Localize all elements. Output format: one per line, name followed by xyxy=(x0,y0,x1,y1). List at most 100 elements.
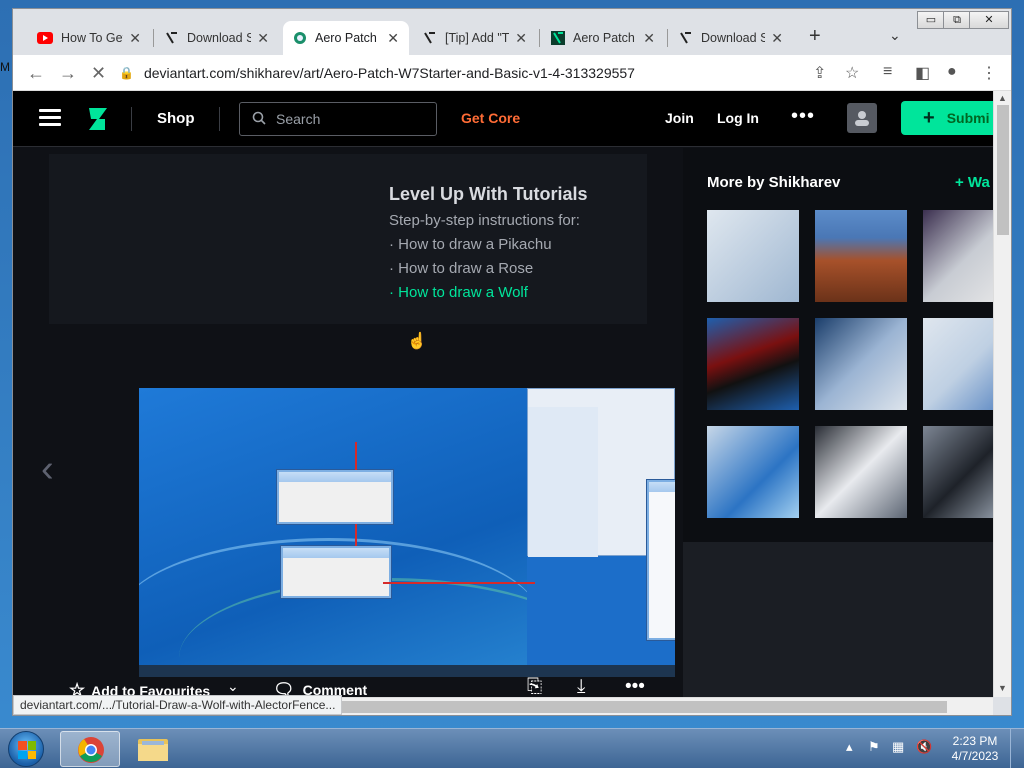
thumbnail[interactable] xyxy=(815,318,907,410)
thumbnail[interactable] xyxy=(815,210,907,302)
close-icon[interactable]: ✕ xyxy=(771,30,783,47)
action-bar: ☆ Add to Favourites ⌄ 🗨 Comment ⎘ ⤓ ••• xyxy=(13,666,683,697)
show-hidden-icons-icon[interactable]: ▴ xyxy=(846,739,853,755)
clock-date: 4/7/2023 xyxy=(951,749,999,763)
close-icon[interactable]: ✕ xyxy=(515,30,527,47)
thumbnail[interactable] xyxy=(707,210,799,302)
network-icon[interactable]: ▦ xyxy=(892,739,904,755)
start-button[interactable] xyxy=(8,731,44,767)
shop-link[interactable]: Shop xyxy=(157,110,195,127)
windows-logo-icon xyxy=(18,741,36,759)
tab-aero-patch-2[interactable]: Aero Patch ✕ xyxy=(541,21,665,55)
thumbnail[interactable] xyxy=(923,426,993,518)
bookmark-star-icon[interactable]: ☆ xyxy=(845,63,859,83)
tab-divider xyxy=(539,29,540,47)
thumbnail[interactable] xyxy=(707,318,799,410)
search-input[interactable]: Search xyxy=(239,102,437,136)
deviation-main: Level Up With Tutorials Step-by-step ins… xyxy=(13,148,683,697)
annotation-line xyxy=(355,524,357,546)
close-icon[interactable]: ✕ xyxy=(643,30,655,47)
restore-button[interactable]: ⧉ xyxy=(943,11,971,29)
more-by-title: More by Shikharev xyxy=(707,174,841,191)
tab-how-to-get[interactable]: How To Get ✕ xyxy=(27,21,151,55)
deviantart-icon xyxy=(423,30,437,46)
artwork-image[interactable] xyxy=(139,388,675,677)
annotation-line xyxy=(383,582,535,584)
action-center-icon[interactable]: ⚑ xyxy=(868,739,880,755)
close-icon[interactable]: ✕ xyxy=(129,30,141,47)
stop-loading-icon[interactable]: ✕ xyxy=(91,63,106,84)
desktop-edge-text: M xyxy=(0,60,10,74)
new-tab-button[interactable]: + xyxy=(809,25,821,48)
page-viewport: Shop Search Get Core Join Log In ••• + Su… xyxy=(13,91,993,697)
gift-icon[interactable]: ⎘ xyxy=(527,676,542,697)
ad-link-pikachu[interactable]: · How to draw a Pikachu xyxy=(389,236,552,253)
windows-taskbar: ▴ ⚑ ▦ 🔇 2:23 PM 4/7/2023 xyxy=(0,728,1024,768)
login-link[interactable]: Log In xyxy=(717,110,759,126)
close-icon[interactable]: ✕ xyxy=(257,30,269,47)
tab-download-s-2[interactable]: Download S ✕ xyxy=(669,21,793,55)
watch-button[interactable]: + Wa xyxy=(955,174,990,191)
previous-arrow-icon[interactable]: ‹ xyxy=(41,448,54,491)
side-panel-icon[interactable]: ◧ xyxy=(915,63,930,83)
dialog-preview xyxy=(281,546,391,598)
show-desktop-button[interactable] xyxy=(1010,729,1024,768)
menu-kebab-icon[interactable]: ⋮ xyxy=(981,63,997,83)
vertical-scrollbar[interactable]: ▲ ▼ xyxy=(993,91,1011,697)
tab-tip-add[interactable]: [Tip] Add "T ✕ xyxy=(413,21,537,55)
tab-download-s[interactable]: Download S ✕ xyxy=(155,21,279,55)
back-arrow-icon[interactable]: ← xyxy=(27,63,45,84)
tab-label: Aero Patch xyxy=(573,31,635,45)
submit-button[interactable]: + Submi xyxy=(901,101,993,135)
minimize-button[interactable]: ▭ xyxy=(917,11,945,29)
address-bar[interactable]: 🔒 deviantart.com/shikharev/art/Aero-Patc… xyxy=(119,59,889,87)
taskbar-clock[interactable]: 2:23 PM 4/7/2023 xyxy=(950,734,1000,764)
close-icon[interactable]: ✕ xyxy=(387,30,399,47)
status-bar-url: deviantart.com/.../Tutorial-Draw-a-Wolf-… xyxy=(13,695,343,715)
tab-label: Download S xyxy=(187,31,252,45)
close-window-button[interactable]: ✕ xyxy=(969,11,1009,29)
scroll-up-icon[interactable]: ▲ xyxy=(998,93,1007,103)
thumbnail[interactable] xyxy=(707,426,799,518)
deviantart-icon xyxy=(679,30,693,46)
chrome-dev-icon xyxy=(293,30,307,46)
tab-label: How To Get xyxy=(61,31,124,45)
taskbar-chrome[interactable] xyxy=(60,731,120,767)
ad-link-wolf[interactable]: · How to draw a Wolf xyxy=(389,284,528,301)
header-divider xyxy=(219,107,220,131)
download-icon[interactable]: ⤓ xyxy=(577,676,585,697)
tab-aero-patch-active[interactable]: Aero Patch ✕ xyxy=(283,21,409,55)
tab-label: [Tip] Add "T xyxy=(445,31,510,45)
thumbnail[interactable] xyxy=(815,426,907,518)
get-core-link[interactable]: Get Core xyxy=(461,110,520,126)
chevron-down-icon[interactable]: ⌄ xyxy=(227,678,239,695)
forward-arrow-icon[interactable]: → xyxy=(59,63,77,84)
more-by-sidebar: More by Shikharev + Wa xyxy=(683,148,993,542)
deviantart-logo-icon[interactable] xyxy=(87,105,109,133)
scroll-down-icon[interactable]: ▼ xyxy=(998,683,1007,693)
ad-title: Level Up With Tutorials xyxy=(389,184,588,204)
avatar[interactable] xyxy=(847,103,877,133)
join-link[interactable]: Join xyxy=(665,110,694,126)
ad-link-rose[interactable]: · How to draw a Rose xyxy=(389,260,533,277)
dialog-preview xyxy=(277,470,393,524)
clock-time: 2:23 PM xyxy=(952,734,998,748)
taskbar-explorer[interactable] xyxy=(124,731,184,767)
scrollbar-thumb[interactable] xyxy=(997,105,1009,235)
volume-muted-icon[interactable]: 🔇 xyxy=(916,739,932,755)
tab-search-chevron-icon[interactable]: ⌄ xyxy=(889,27,901,44)
thumbnail[interactable] xyxy=(923,210,993,302)
hamburger-menu-icon[interactable] xyxy=(39,109,61,127)
profile-icon[interactable]: ● xyxy=(947,63,957,81)
lock-icon: 🔒 xyxy=(119,66,134,80)
share-icon[interactable]: ⇪ xyxy=(813,63,826,83)
deviantart-green-icon xyxy=(551,30,565,46)
hand-cursor-icon: ☝ xyxy=(407,333,427,350)
tutorial-ad[interactable]: Level Up With Tutorials Step-by-step ins… xyxy=(49,154,647,324)
thumbnail[interactable] xyxy=(923,318,993,410)
media-control-icon[interactable]: ≡ xyxy=(883,63,892,81)
header-divider xyxy=(131,107,132,131)
more-options-icon[interactable]: ••• xyxy=(625,676,645,697)
more-options-icon[interactable]: ••• xyxy=(791,105,815,128)
annotation-line xyxy=(355,442,357,470)
